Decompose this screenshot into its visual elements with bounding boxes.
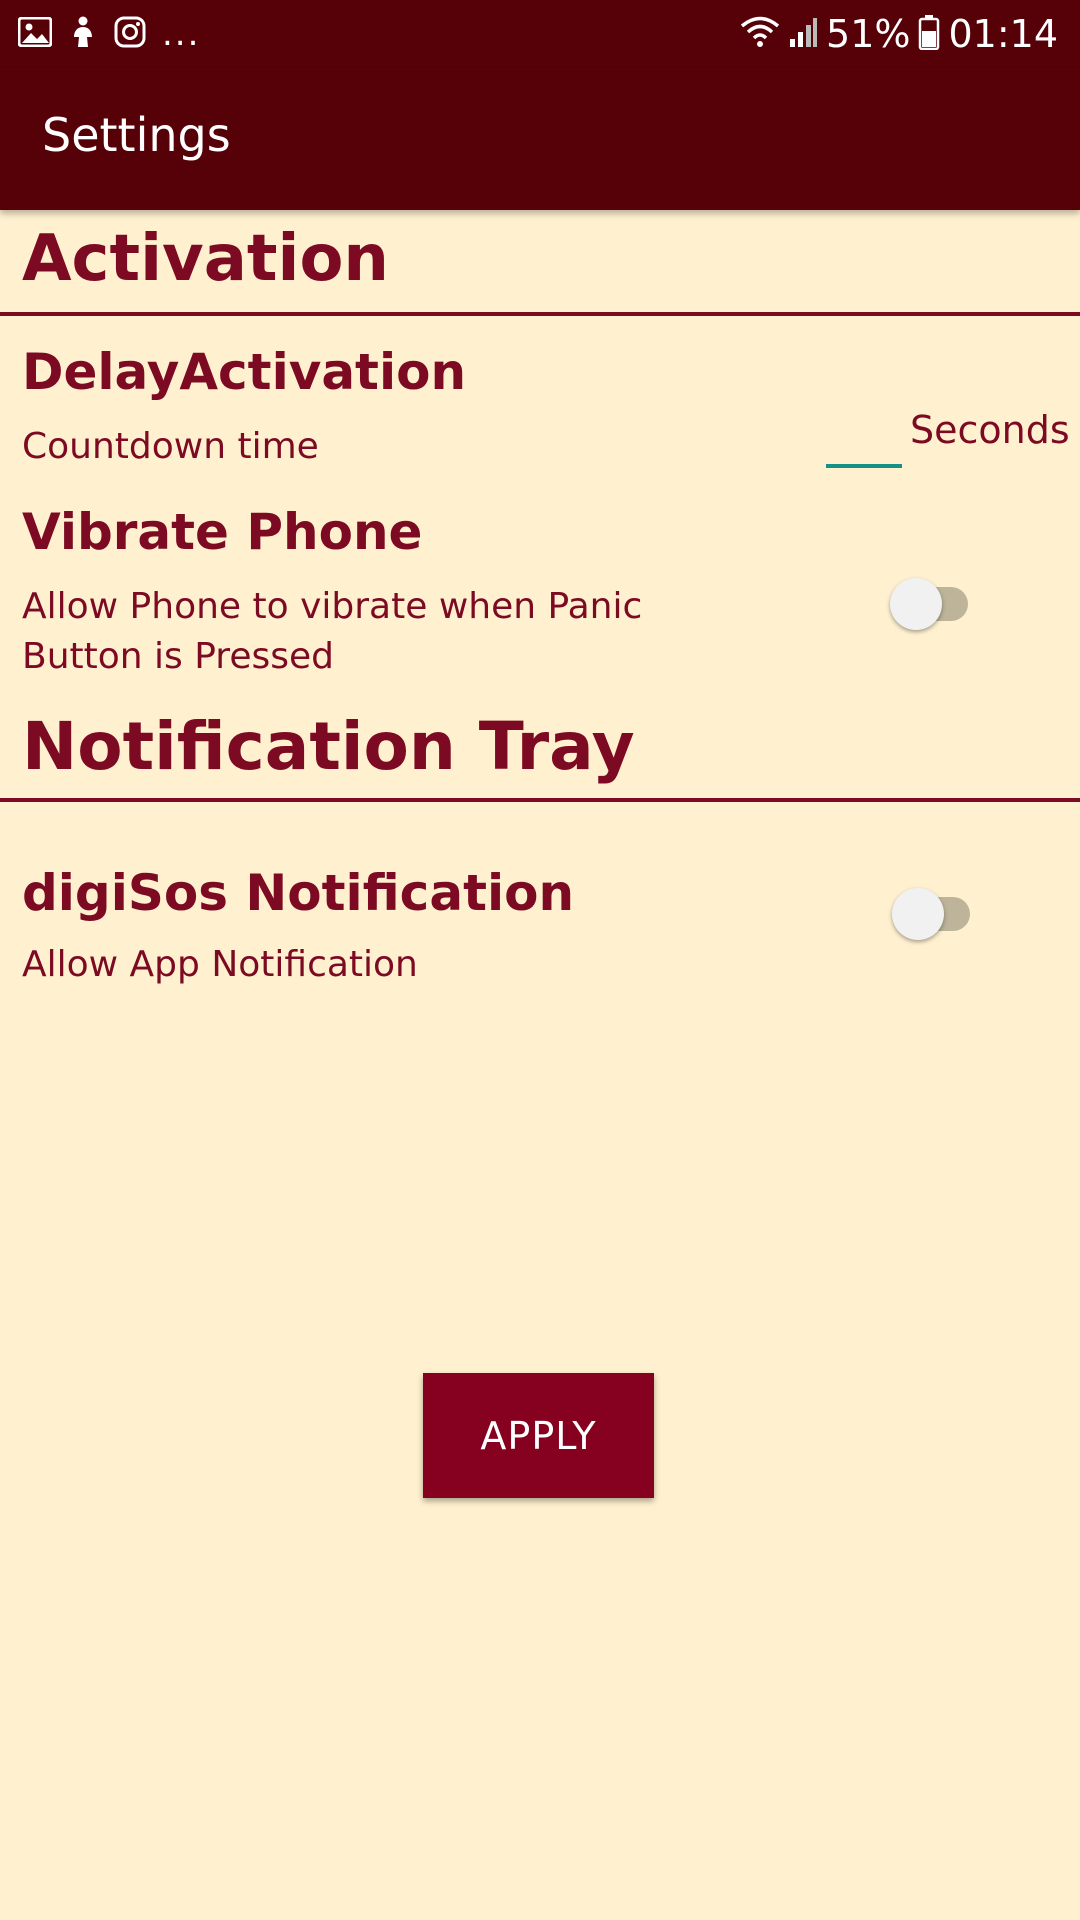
pref-summary-vibrate-line1: Allow Phone to vibrate when Panic: [22, 586, 643, 627]
battery-icon: [918, 14, 940, 54]
pref-summary-allow-notification: Allow App Notification: [22, 944, 418, 985]
apply-button[interactable]: APPLY: [423, 1373, 654, 1498]
app-bar: Settings: [0, 68, 1080, 210]
section-divider-notification-tray: [0, 798, 1080, 802]
section-divider-activation: [0, 312, 1080, 316]
section-heading-notification-tray: Notification Tray: [22, 708, 635, 785]
status-bar: ... 51% 01:14: [0, 0, 1080, 68]
digisos-notification-toggle[interactable]: [892, 880, 978, 940]
app-notification-icon: [68, 15, 98, 53]
status-overflow: ...: [162, 14, 201, 54]
pref-title-digisos-notification: digiSos Notification: [22, 864, 575, 922]
section-heading-activation: Activation: [22, 222, 389, 296]
wifi-icon: [740, 15, 780, 53]
status-time: 01:14: [948, 12, 1058, 56]
pref-title-delay-activation: DelayActivation: [22, 343, 467, 401]
toggle-thumb: [892, 888, 944, 940]
gallery-icon: [17, 16, 53, 51]
page-title: Settings: [42, 108, 231, 162]
battery-percent: 51%: [826, 12, 911, 56]
seconds-unit-label: Seconds: [910, 408, 1070, 452]
pref-title-vibrate-phone: Vibrate Phone: [22, 503, 423, 561]
vibrate-phone-toggle[interactable]: [890, 570, 976, 630]
toggle-thumb: [890, 578, 942, 630]
pref-summary-vibrate-line2: Button is Pressed: [22, 636, 334, 677]
status-right-icons: 51% 01:14: [740, 10, 1058, 58]
instagram-icon: [114, 16, 146, 52]
status-left-icons: ...: [17, 10, 201, 58]
delay-seconds-input[interactable]: [826, 420, 902, 468]
signal-icon: [788, 15, 818, 53]
pref-summary-countdown-time: Countdown time: [22, 426, 319, 467]
